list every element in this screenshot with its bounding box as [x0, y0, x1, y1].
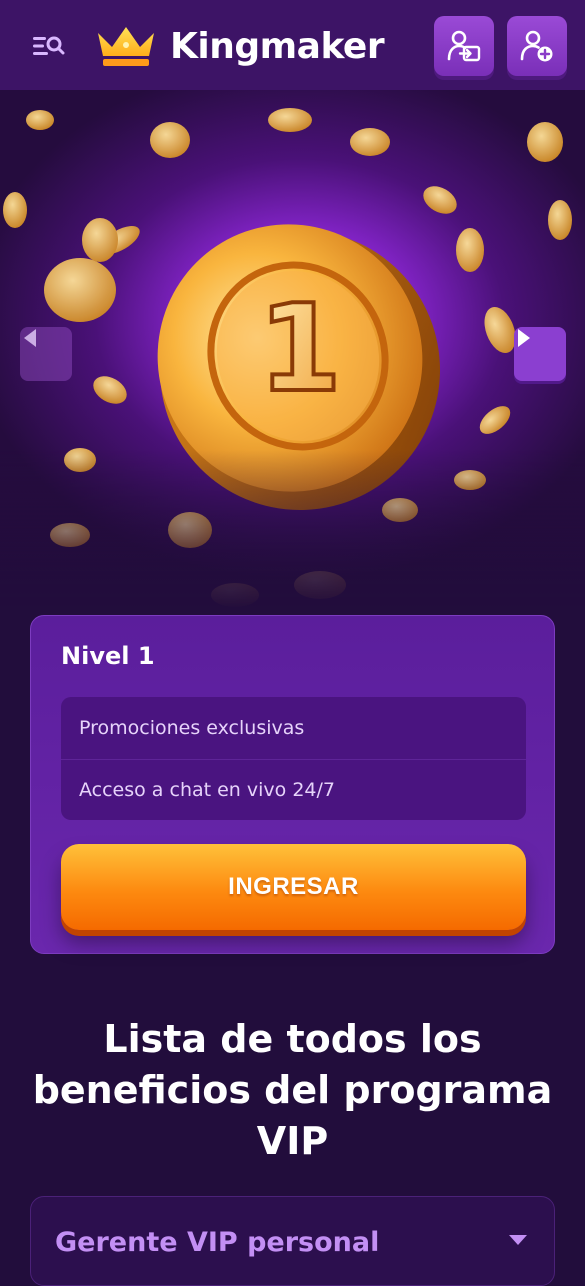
- menu-button[interactable]: [28, 28, 68, 64]
- level-benefits-list: Promociones exclusivas Acceso a chat en …: [61, 697, 526, 820]
- accordion-item[interactable]: Gerente VIP personal: [30, 1196, 555, 1286]
- crown-icon: [98, 27, 154, 66]
- header: Kingmaker: [0, 0, 585, 90]
- user-add-icon: [520, 30, 553, 62]
- brand-name: Kingmaker: [170, 25, 385, 67]
- chevron-left-icon: [24, 329, 36, 347]
- benefit-item: Acceso a chat en vivo 24/7: [61, 758, 526, 821]
- brand-logo[interactable]: Kingmaker: [94, 18, 385, 74]
- svg-text:1: 1: [258, 280, 342, 419]
- ingresar-button[interactable]: INGRESAR: [61, 844, 526, 930]
- hero-banner: 1: [0, 90, 585, 610]
- golden-coin-image: 1: [3, 108, 572, 607]
- accordion-label: Gerente VIP personal: [55, 1227, 380, 1258]
- login-button[interactable]: [434, 16, 494, 76]
- big-coin: 1: [157, 224, 440, 510]
- chevron-down-icon: [509, 1235, 527, 1245]
- vip-level-card: Nivel 1 Promociones exclusivas Acceso a …: [30, 615, 555, 954]
- chevron-right-icon: [518, 329, 530, 347]
- carousel-prev-button[interactable]: [20, 327, 72, 381]
- level-title: Nivel 1: [61, 642, 155, 670]
- carousel-next-button[interactable]: [514, 327, 566, 381]
- user-login-icon: [447, 30, 481, 62]
- register-button[interactable]: [507, 16, 567, 76]
- section-title: Lista de todos los beneficios del progra…: [32, 1017, 553, 1163]
- menu-search-icon: [33, 36, 65, 55]
- benefit-item: Promociones exclusivas: [79, 716, 305, 739]
